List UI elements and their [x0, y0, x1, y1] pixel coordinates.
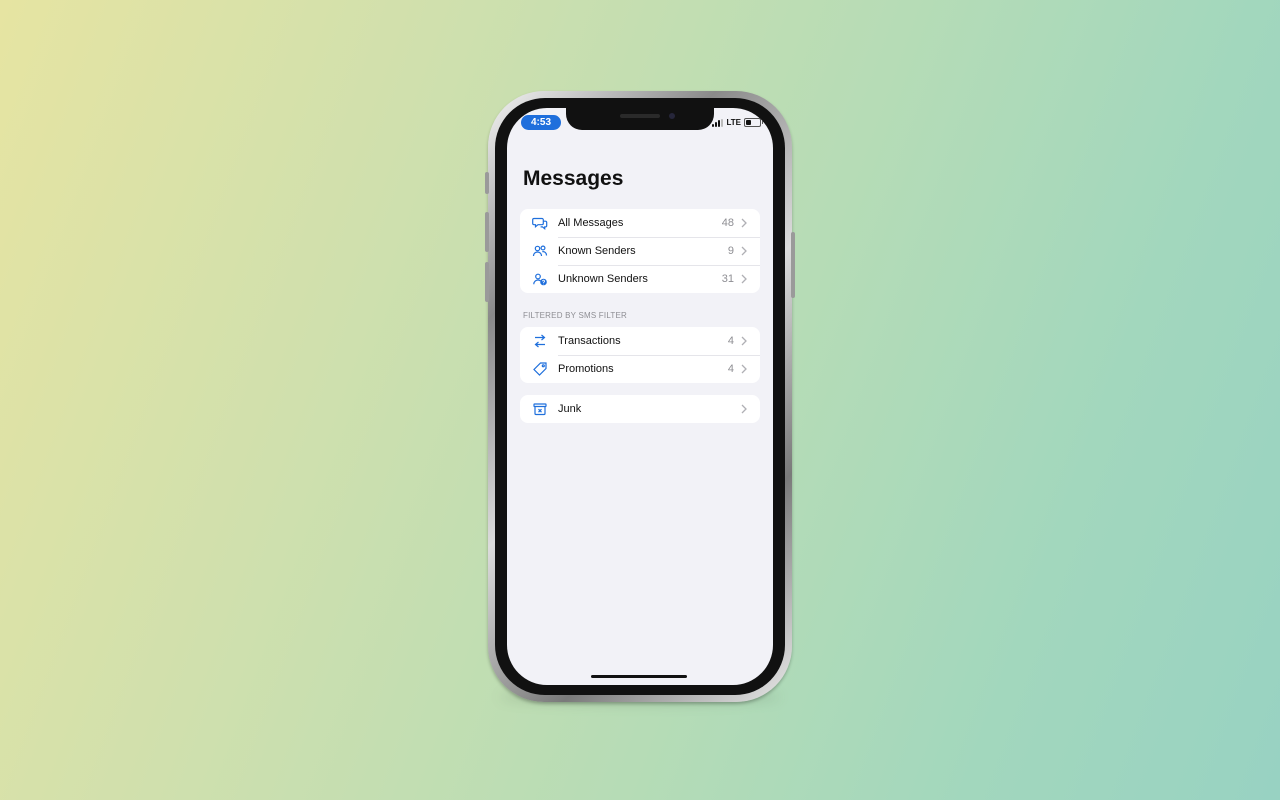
sms-filter-card: Transactions 4 Promotions 4 [520, 327, 760, 383]
chevron-right-icon [740, 246, 748, 256]
chevron-right-icon [740, 274, 748, 284]
cellular-signal-icon [712, 118, 724, 127]
battery-icon [744, 118, 763, 127]
chevron-right-icon [740, 364, 748, 374]
row-label: Known Senders [558, 245, 636, 257]
row-count: 48 [721, 217, 734, 229]
battery-level [746, 120, 751, 125]
row-unknown-senders[interactable]: Unknown Senders 31 [520, 265, 760, 293]
page-title: Messages [523, 167, 624, 190]
row-count: 31 [721, 273, 734, 285]
battery-tip [762, 121, 763, 124]
arrows-exchange-icon [532, 333, 548, 349]
chevron-right-icon [740, 218, 748, 228]
row-all-messages[interactable]: All Messages 48 [520, 209, 760, 237]
row-known-senders[interactable]: Known Senders 9 [520, 237, 760, 265]
people-icon [532, 243, 548, 259]
phone-screen: 4:53 LTE Messages All Messages 48 Known … [507, 108, 773, 685]
row-label: Promotions [558, 363, 614, 375]
chevron-right-icon [740, 336, 748, 346]
status-indicators: LTE [712, 118, 763, 127]
row-count: 4 [727, 335, 734, 347]
row-label: Transactions [558, 335, 621, 347]
mute-switch [485, 172, 489, 194]
row-transactions[interactable]: Transactions 4 [520, 327, 760, 355]
home-indicator[interactable] [591, 675, 687, 678]
unknown-person-icon [532, 271, 548, 287]
junk-bin-icon [532, 401, 548, 417]
status-time[interactable]: 4:53 [521, 115, 561, 130]
row-label: Junk [558, 403, 582, 415]
row-count: 9 [727, 245, 734, 257]
section-header-sms-filter: FILTERED BY SMS FILTER [523, 311, 627, 320]
junk-card: Junk [520, 395, 760, 423]
row-junk[interactable]: Junk [520, 395, 760, 423]
row-label: Unknown Senders [558, 273, 648, 285]
power-button [791, 232, 795, 298]
notch [566, 108, 714, 130]
chevron-right-icon [740, 404, 748, 414]
volume-down-button [485, 262, 489, 302]
row-count: 4 [727, 363, 734, 375]
row-promotions[interactable]: Promotions 4 [520, 355, 760, 383]
row-label: All Messages [558, 217, 624, 229]
front-camera [669, 113, 675, 119]
earpiece-speaker [620, 114, 660, 118]
volume-up-button [485, 212, 489, 252]
sender-filter-card: All Messages 48 Known Senders 9 Unknown … [520, 209, 760, 293]
chat-bubbles-icon [532, 215, 548, 231]
tag-icon [532, 361, 548, 377]
network-type: LTE [726, 118, 741, 127]
